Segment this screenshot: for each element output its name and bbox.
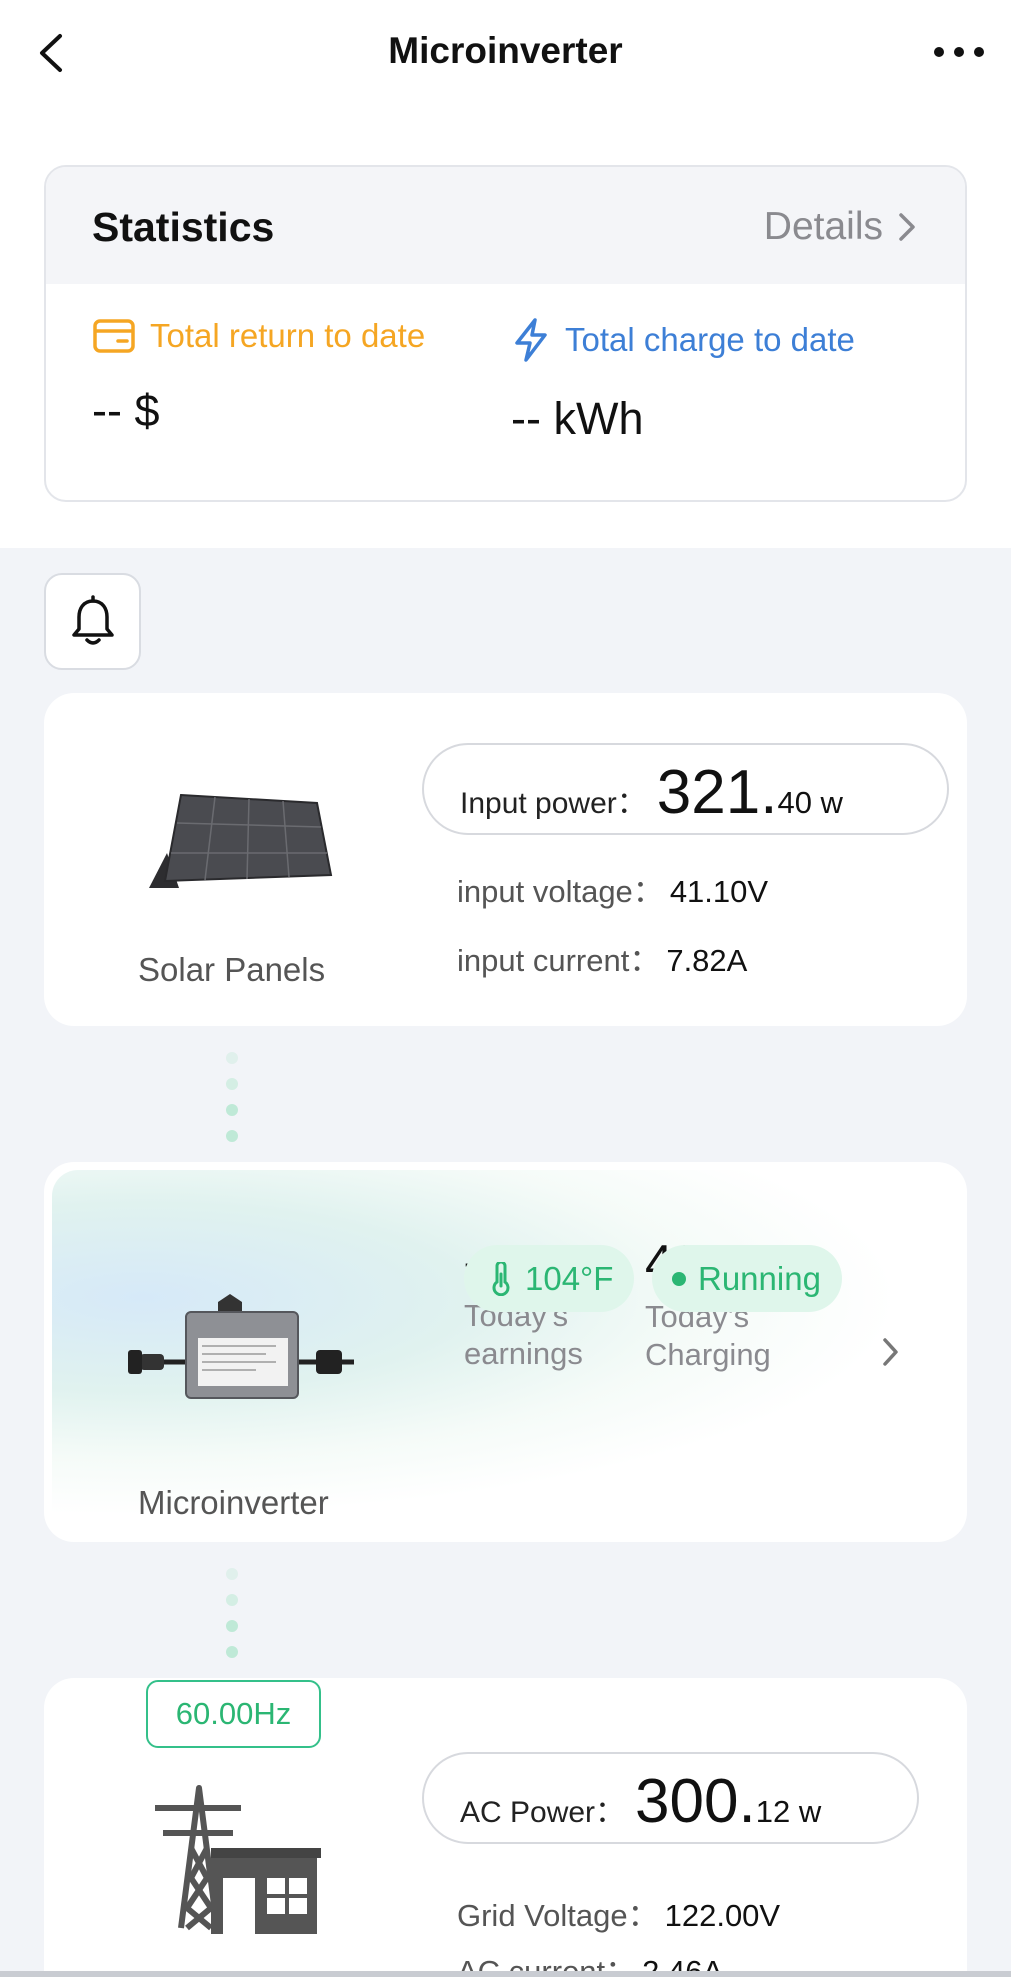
input-current-value: 7.82A	[666, 943, 748, 978]
status-dot-icon	[672, 1271, 686, 1286]
microinverter-image	[128, 1294, 354, 1399]
input-voltage-row: input voltage： 41.10V	[457, 866, 768, 911]
more-horizontal-icon	[934, 47, 984, 57]
ac-power-decimal: 12 w	[755, 1794, 822, 1829]
microinverter-label: Microinverter	[138, 1484, 329, 1521]
card-icon	[93, 319, 135, 353]
grid-voltage-label: Grid Voltage：	[457, 1898, 659, 1933]
alerts-button[interactable]	[44, 573, 141, 670]
status-badge: Running	[652, 1245, 842, 1312]
app-header: Microinverter	[0, 0, 1011, 110]
statistics-title: Statistics	[92, 204, 275, 250]
total-return-stat: Total return to date -- $	[92, 317, 425, 437]
solar-panel-image	[149, 793, 333, 888]
statistics-header: Statistics Details	[46, 167, 965, 284]
bell-icon	[71, 594, 114, 645]
bottom-scroll-edge	[0, 1971, 1011, 1977]
ac-power-label: AC Power：	[460, 1796, 626, 1829]
microinverter-card[interactable]: Microinverter -- $ Today's earnings 42.3…	[44, 1162, 967, 1542]
statistics-card: Statistics Details Total return to date …	[44, 165, 967, 502]
frequency-badge: 60.00Hz	[146, 1680, 321, 1748]
microinverter-open-button[interactable]	[880, 1335, 902, 1374]
flow-connector	[226, 1568, 240, 1672]
ac-power-pill: AC Power： 300. 12 w	[422, 1752, 919, 1844]
input-power-label: Input power：	[460, 787, 647, 820]
chevron-right-icon	[899, 213, 915, 241]
details-button[interactable]: Details	[764, 205, 917, 249]
ac-power-value: 300.	[635, 1767, 756, 1836]
temperature-badge: 104°F	[464, 1245, 634, 1312]
total-charge-value: -- kWh	[511, 393, 644, 444]
grid-voltage-row: Grid Voltage： 122.00V	[457, 1890, 780, 1935]
chevron-right-icon	[883, 1338, 898, 1366]
total-return-value: -- $	[92, 385, 160, 436]
input-current-row: input current： 7.82A	[457, 935, 747, 980]
more-options-button[interactable]	[929, 36, 989, 66]
thermometer-icon	[492, 1261, 510, 1296]
details-label: Details	[763, 205, 883, 248]
total-charge-stat: Total charge to date -- kWh	[511, 317, 855, 445]
solar-panels-label: Solar Panels	[138, 951, 326, 988]
grid-voltage-value: 122.00V	[664, 1898, 781, 1933]
solar-panels-card[interactable]: Solar Panels Input power： 321. 40 w inpu…	[44, 693, 967, 1026]
input-current-label: input current：	[457, 943, 661, 978]
lightning-icon	[515, 318, 547, 362]
total-charge-label: Total charge to date	[565, 321, 855, 358]
status-text: Running	[698, 1259, 821, 1297]
input-voltage-value: 41.10V	[669, 874, 769, 909]
input-voltage-label: input voltage：	[457, 874, 664, 909]
flow-connector	[226, 1052, 240, 1156]
input-power-pill: Input power： 321. 40 w	[422, 743, 949, 835]
power-grid-image	[155, 1785, 321, 1934]
total-return-label: Total return to date	[150, 317, 426, 354]
input-power-decimal: 40 w	[777, 785, 843, 820]
input-power-value: 321.	[656, 758, 778, 827]
temperature-value: 104°F	[525, 1259, 614, 1297]
page-title: Microinverter	[388, 30, 623, 71]
